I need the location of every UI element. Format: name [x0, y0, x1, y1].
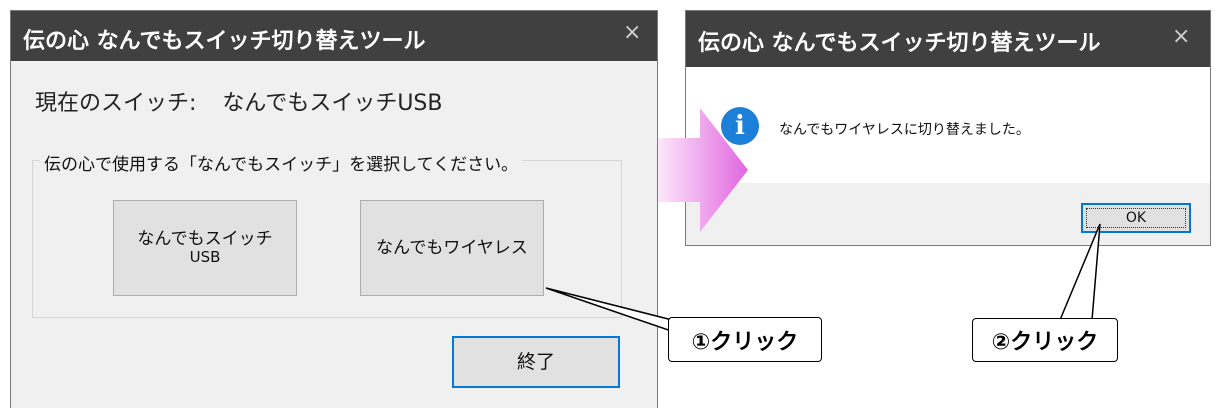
step1-callout: ①クリック	[668, 317, 822, 362]
arrow-right-icon	[658, 108, 748, 232]
step2-callout: ②クリック	[972, 318, 1118, 362]
callout1-pointer	[545, 287, 681, 336]
callout2-pointer	[1058, 223, 1101, 321]
